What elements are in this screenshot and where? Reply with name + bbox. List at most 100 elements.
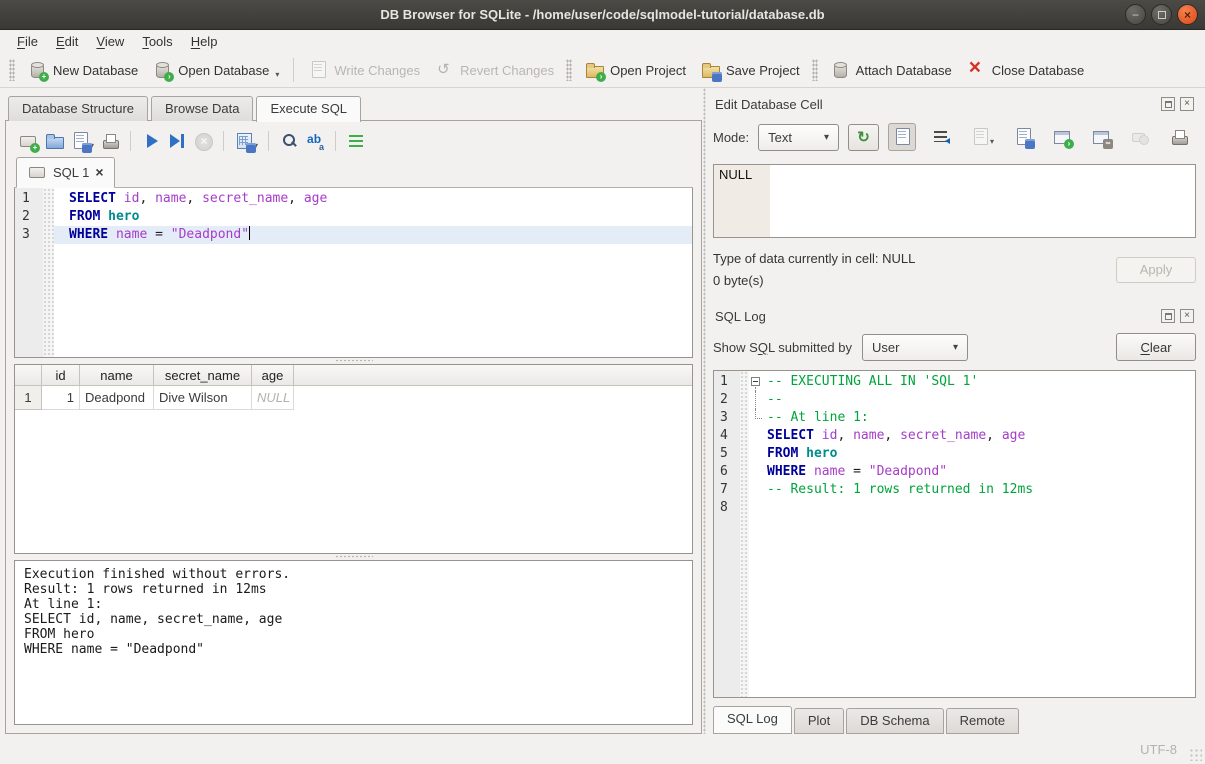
column-header-name[interactable]: name [80,365,154,385]
row-number-header[interactable]: 1 [15,386,42,410]
cell-editor[interactable]: NULL [713,164,1196,238]
menu-file[interactable]: File [8,32,47,51]
log-line-3[interactable]: 3-- At line 1: [714,409,1195,427]
column-header-age[interactable]: age [252,365,294,385]
menu-edit[interactable]: Edit [47,32,87,51]
save-results-button[interactable]: ▾ [232,129,260,153]
menubar: FileEditViewToolsHelp [0,30,1205,53]
main-toolbar: +New Database›Open Database▾Write Change… [0,53,1205,88]
dock-tab-bar: SQL LogPlotDB SchemaRemote [713,706,1196,734]
sql-tab[interactable]: SQL 1 × [16,157,115,188]
gear-icon: ↻ [857,128,870,146]
resize-grip[interactable] [1189,748,1202,761]
cell-name[interactable]: Deadpond [80,386,154,410]
cell-editor-content[interactable] [770,165,1195,237]
open-database-button[interactable]: ›Open Database▾ [145,56,286,84]
code-text: FROM hero [764,445,837,463]
main-tab-bar: Database StructureBrowse DataExecute SQL [8,96,702,121]
editor-line-1[interactable]: 1SELECT id, name, secret_name, age [15,190,692,208]
sql-editor[interactable]: 1SELECT id, name, secret_name, age2FROM … [14,188,693,358]
replace-button[interactable] [303,129,327,153]
toolbar-button-label: Close Database [992,63,1085,78]
log-line-2[interactable]: 2-- [714,391,1195,409]
log-line-7[interactable]: 7-- Result: 1 rows returned in 12ms [714,481,1195,499]
row-header-corner[interactable] [15,365,42,385]
execute-current-line-icon [167,131,187,151]
close-database-button[interactable]: Close Database [959,56,1092,84]
cell-age[interactable]: NULL [252,386,294,410]
find-button[interactable] [277,129,301,153]
dock-tab-plot[interactable]: Plot [794,708,844,734]
print-cell-icon [1169,127,1189,147]
maximize-icon[interactable] [1151,4,1172,25]
execute-all-button[interactable] [139,129,163,153]
execute-all-icon [141,131,161,151]
print-cell-button[interactable] [1165,123,1193,151]
chevron-down-icon: ▾ [824,132,829,143]
cell-secret-name[interactable]: Dive Wilson [154,386,252,410]
titlebar[interactable]: DB Browser for SQLite - /home/user/code/… [0,0,1205,30]
tab-browse-data[interactable]: Browse Data [151,96,253,121]
sql-tab-close-icon[interactable]: × [95,166,103,178]
column-header-id[interactable]: id [42,365,80,385]
cell-id[interactable]: 1 [42,386,80,410]
log-line-8[interactable]: 8 [714,499,1195,517]
new-sql-tab-button[interactable]: + [16,129,40,153]
execute-current-line-button[interactable] [165,129,189,153]
print-sql-button[interactable] [98,129,122,153]
clear-log-button[interactable]: Clear [1116,333,1196,361]
apply-button[interactable]: Apply [1116,257,1196,283]
log-lines: 1-- EXECUTING ALL IN 'SQL 1'2--3-- At li… [714,371,1195,517]
float-panel-icon[interactable] [1161,97,1175,111]
tab-database-structure[interactable]: Database Structure [8,96,148,121]
log-line-5[interactable]: 5FROM hero [714,445,1195,463]
sql-log-view[interactable]: 1-- EXECUTING ALL IN 'SQL 1'2--3-- At li… [713,370,1196,698]
dock-tab-sql-log[interactable]: SQL Log [713,706,792,734]
toolbar-separator [223,131,224,151]
minimize-icon[interactable]: − [1125,4,1146,25]
toolbar-separator [130,131,131,151]
log-line-6[interactable]: 6WHERE name = "Deadpond" [714,463,1195,481]
menu-tools[interactable]: Tools [133,32,181,51]
text-view-button[interactable] [888,123,916,151]
toolbar-button-label: Save Project [726,63,800,78]
open-sql-file-button[interactable] [42,129,66,153]
word-wrap-button[interactable] [927,123,955,151]
attach-database-button[interactable]: Attach Database [823,56,959,84]
column-header-secret-name[interactable]: secret_name [154,365,252,385]
format-sql-button[interactable] [344,129,368,153]
save-project-button[interactable]: Save Project [693,56,807,84]
float-log-icon[interactable] [1161,309,1175,323]
line-number: 3 [15,226,43,244]
copy-link-icon: ∞ [1091,127,1111,147]
close-panel-icon[interactable]: × [1180,97,1194,111]
dropdown-caret-icon[interactable]: ▾ [275,70,279,79]
editor-line-3[interactable]: 3WHERE name = "Deadpond" [15,226,692,244]
open-project-button[interactable]: ›Open Project [577,56,693,84]
dock-tab-db-schema[interactable]: DB Schema [846,708,943,734]
fold-guide [749,427,764,445]
menu-view[interactable]: View [87,32,133,51]
copy-link-button[interactable]: ∞ [1087,123,1115,151]
open-in-external-button[interactable]: › [1048,123,1076,151]
auto-switch-mode-button[interactable]: ↻ [848,124,879,151]
save-sql-file-button[interactable]: ▾ [68,129,96,153]
editor-line-2[interactable]: 2FROM hero [15,208,692,226]
main-area: Database StructureBrowse DataExecute SQL… [0,88,1205,734]
format-sql-icon [346,131,366,151]
export-data-button[interactable] [1009,123,1037,151]
menu-help[interactable]: Help [182,32,227,51]
mode-select[interactable]: Text ▾ [758,124,839,151]
new-database-button[interactable]: +New Database [20,56,145,84]
fold-minus-box[interactable] [751,377,760,386]
close-log-icon[interactable]: × [1180,309,1194,323]
find-icon [279,131,299,151]
log-line-1[interactable]: 1-- EXECUTING ALL IN 'SQL 1' [714,373,1195,391]
close-icon[interactable]: × [1177,4,1198,25]
log-filter-select[interactable]: User ▾ [862,334,968,361]
dock-tab-remote[interactable]: Remote [946,708,1020,734]
dropdown-caret-icon[interactable]: ▾ [990,137,994,146]
sql-tab-bar: SQL 1 × [14,159,693,188]
log-line-4[interactable]: 4SELECT id, name, secret_name, age [714,427,1195,445]
tab-execute-sql[interactable]: Execute SQL [256,96,361,122]
